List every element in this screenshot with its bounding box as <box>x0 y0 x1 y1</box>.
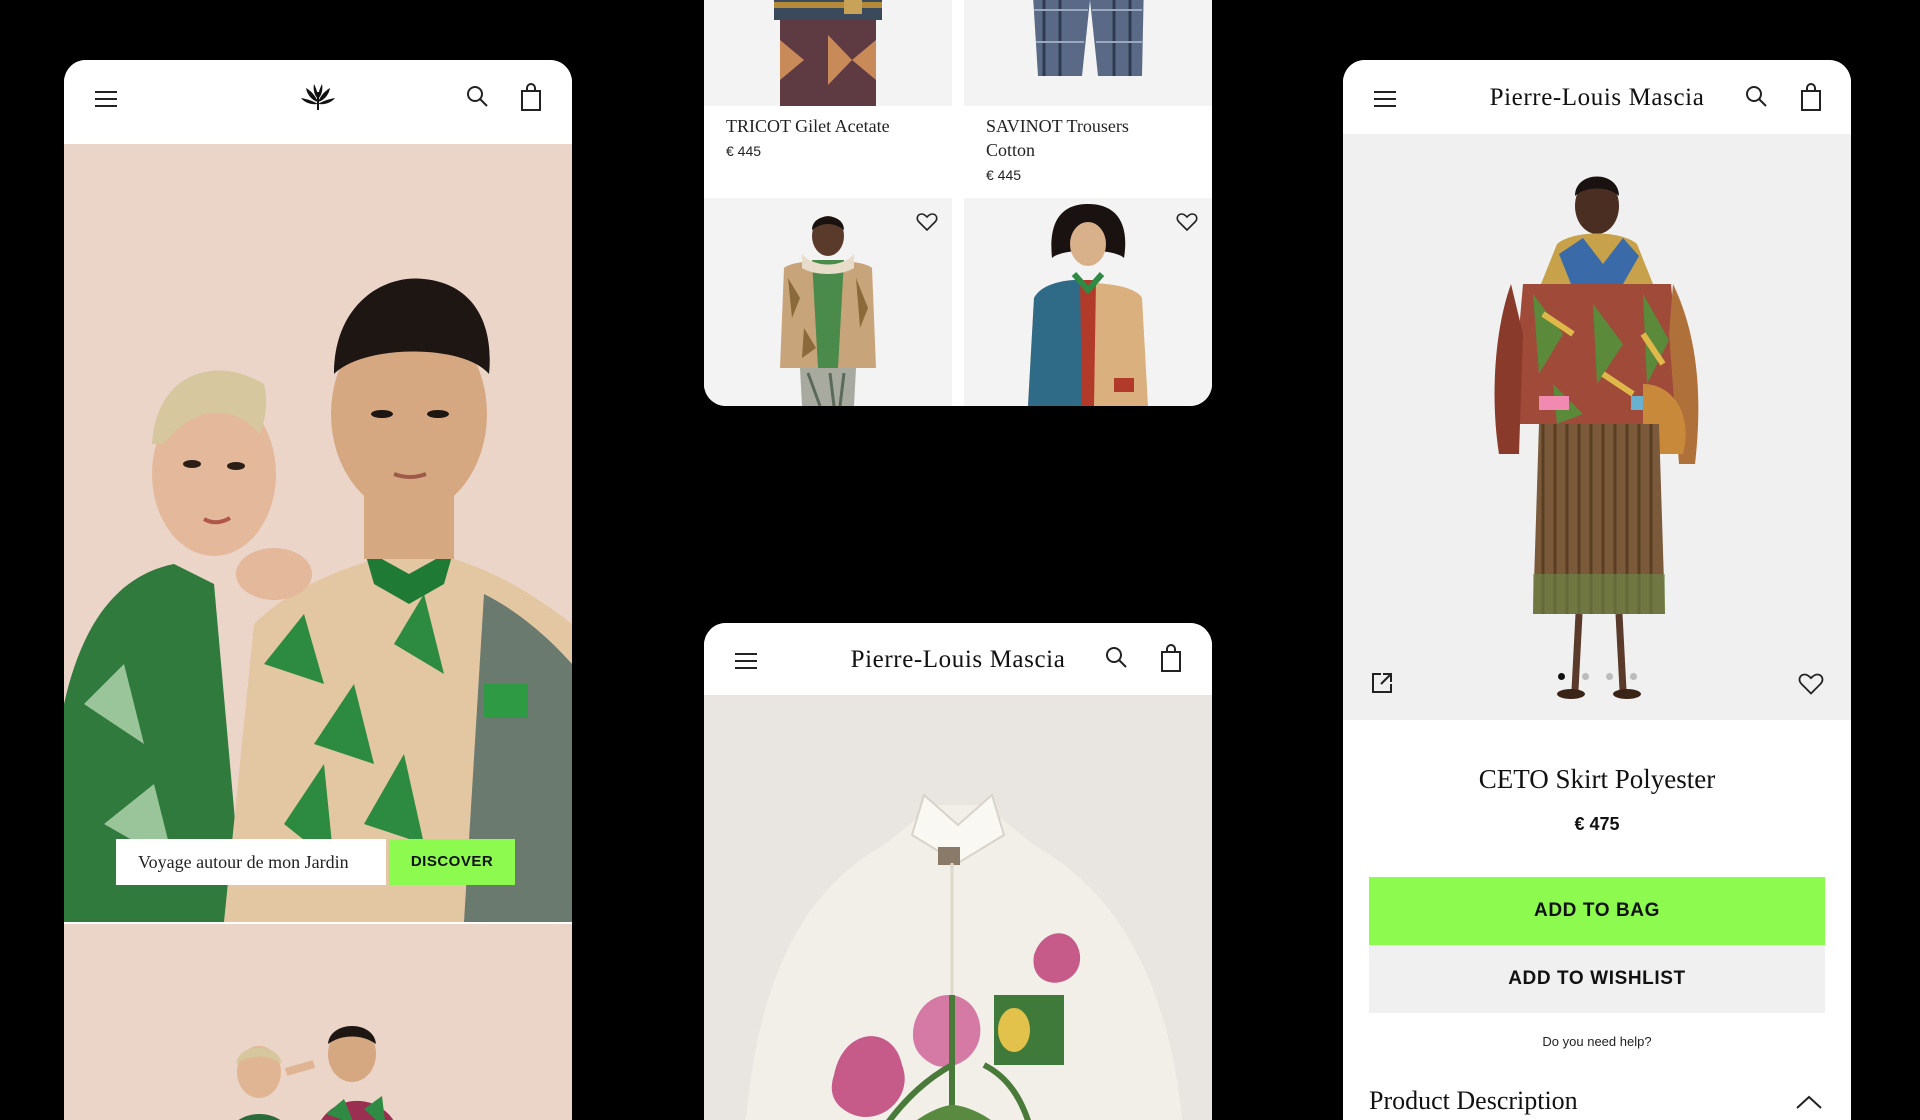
product-price: € 445 <box>726 143 762 159</box>
carousel-dot[interactable] <box>1630 673 1637 680</box>
header: Pierre-Louis Mascia <box>1343 60 1851 134</box>
hero-illustration <box>64 144 572 922</box>
header: Pierre-Louis Mascia <box>704 623 1212 695</box>
search-icon[interactable] <box>1104 643 1130 673</box>
campaign-banner: Voyage autour de mon Jardin DISCOVER <box>116 839 515 885</box>
home-screen: Voyage autour de mon Jardin DISCOVER <box>64 60 572 1120</box>
wishlist-heart-icon[interactable] <box>916 212 938 232</box>
brand-wordmark[interactable]: Pierre-Louis Mascia <box>1343 84 1851 112</box>
campaign-hero-image[interactable]: Voyage autour de mon Jardin DISCOVER <box>64 144 572 922</box>
shopping-bag-icon[interactable] <box>1798 82 1824 112</box>
product-gallery[interactable] <box>1343 134 1851 720</box>
discover-button[interactable]: DISCOVER <box>389 839 515 885</box>
campaign-title: Voyage autour de mon Jardin <box>116 839 386 885</box>
product-description-heading[interactable]: Product Description <box>1369 1086 1578 1116</box>
header <box>64 60 572 144</box>
wishlist-heart-icon[interactable] <box>1176 212 1198 232</box>
add-to-wishlist-button[interactable]: ADD TO WISHLIST <box>1369 945 1825 1013</box>
trousers-illustration <box>964 0 1212 106</box>
share-icon[interactable] <box>1369 670 1395 696</box>
shopping-bag-icon[interactable] <box>1158 643 1184 673</box>
carousel-dot[interactable] <box>1606 673 1613 680</box>
product-name[interactable]: SAVINOT Trousers Cotton <box>986 114 1156 162</box>
carousel-dot[interactable] <box>1558 673 1565 680</box>
product-photo[interactable] <box>704 695 1212 1120</box>
product-card-image[interactable] <box>964 198 1212 406</box>
product-card-image[interactable] <box>964 0 1212 106</box>
search-icon[interactable] <box>465 82 491 112</box>
brand-wordmark[interactable]: Pierre-Louis Mascia <box>704 646 1212 674</box>
cardigan-illustration <box>964 198 1212 406</box>
product-price: € 475 <box>1574 814 1620 834</box>
brand-logo-icon[interactable] <box>301 82 335 112</box>
product-title: CETO Skirt Polyester <box>1478 764 1716 794</box>
search-icon[interactable] <box>1744 82 1770 112</box>
shopping-bag-icon[interactable] <box>518 82 544 112</box>
product-image-screen: Pierre-Louis Mascia <box>704 623 1212 1120</box>
product-name[interactable]: TRICOT Gilet Acetate <box>726 114 946 138</box>
shirt-illustration <box>704 695 1212 1120</box>
help-link[interactable]: Do you need help? <box>1343 1034 1851 1049</box>
product-price: € 445 <box>986 167 1022 183</box>
product-detail-screen: Pierre-Louis Mascia CETO Skirt Polyester… <box>1343 60 1851 1120</box>
gilet-illustration <box>704 0 952 106</box>
jacket-illustration <box>704 198 952 406</box>
campaign-secondary-image[interactable] <box>64 924 572 1120</box>
secondary-illustration <box>64 924 572 1120</box>
carousel-dot[interactable] <box>1582 673 1589 680</box>
add-to-bag-button[interactable]: ADD TO BAG <box>1369 877 1825 945</box>
product-card-image[interactable] <box>704 198 952 406</box>
menu-icon[interactable] <box>95 86 117 110</box>
product-grid-screen: TRICOT Gilet Acetate € 445 SAVINOT Trous… <box>704 0 1212 406</box>
chevron-up-icon[interactable] <box>1795 1094 1823 1110</box>
model-illustration <box>1343 134 1851 720</box>
wishlist-heart-icon[interactable] <box>1798 672 1824 696</box>
product-card-image[interactable] <box>704 0 952 106</box>
